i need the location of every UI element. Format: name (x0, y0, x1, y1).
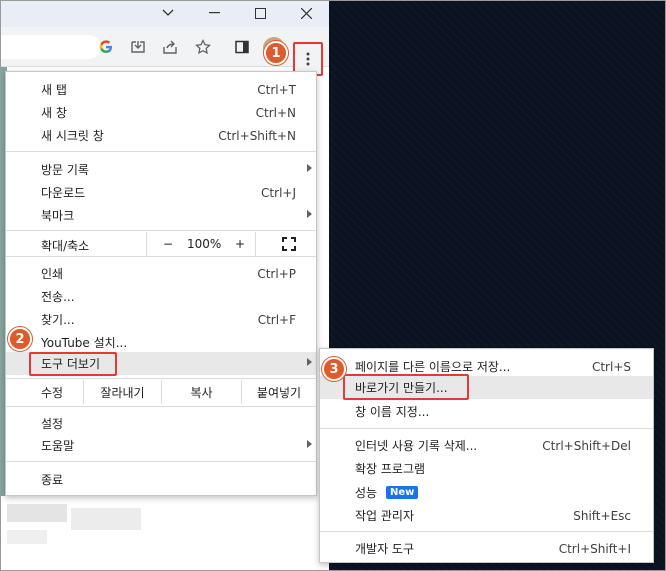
menu-item-new-tab[interactable]: 새 탭 Ctrl+T (6, 78, 316, 101)
menu-item-label: 찾기... (41, 313, 75, 327)
submenu-item-label: 페이지를 다른 이름으로 저장... (355, 360, 511, 374)
menu-separator (6, 230, 316, 231)
title-bar (1, 1, 329, 27)
zoom-label: 확대/축소 (41, 239, 90, 253)
blurred-content (7, 504, 67, 522)
menu-item-bookmarks[interactable]: 북마크 (6, 204, 316, 227)
submenu-item-label: 개발자 도구 (355, 542, 415, 556)
zoom-row: 확대/축소 − 100% + (6, 232, 316, 256)
menu-item-shortcut: Ctrl+J (261, 185, 296, 200)
menu-item-label: 방문 기록 (41, 163, 89, 177)
submenu-item-extensions[interactable]: 확장 프로그램 (320, 457, 653, 480)
submenu-item-label: 작업 관리자 (355, 509, 415, 523)
menu-item-label: 새 시크릿 창 (41, 129, 104, 143)
menu-item-shortcut: Ctrl+T (257, 82, 296, 97)
submenu-item-name-window[interactable]: 창 이름 지정... (320, 400, 653, 423)
share-icon[interactable] (161, 38, 179, 56)
menu-separator (320, 531, 653, 532)
highlight-more-tools (29, 352, 117, 376)
menu-item-shortcut: Ctrl+P (257, 266, 296, 281)
submenu-item-label: 확장 프로그램 (355, 462, 426, 476)
menu-item-new-window[interactable]: 새 창 Ctrl+N (6, 101, 316, 124)
close-icon[interactable] (293, 4, 319, 22)
zoom-in-button[interactable]: + (235, 237, 245, 251)
menu-item-youtube[interactable]: YouTube 설치... (6, 331, 316, 354)
chevron-right-icon (307, 164, 312, 172)
menu-separator (6, 151, 316, 152)
submenu-item-label: 성능 (355, 486, 378, 500)
zoom-level: 100% (187, 237, 222, 251)
menu-item-shortcut: Ctrl+Shift+N (218, 128, 296, 143)
menu-item-shortcut: Ctrl+N (255, 105, 296, 120)
menu-item-incognito[interactable]: 새 시크릿 창 Ctrl+Shift+N (6, 124, 316, 147)
menu-separator (320, 428, 653, 429)
install-icon[interactable] (129, 38, 147, 56)
menu-item-label: 북마크 (41, 209, 75, 223)
highlight-create-shortcut (343, 374, 469, 400)
menu-item-help[interactable]: 도움말 (6, 434, 316, 457)
sidepanel-icon[interactable] (233, 38, 251, 56)
submenu-item-clear-data[interactable]: 인터넷 사용 기록 삭제... Ctrl+Shift+Del (320, 434, 653, 457)
menu-item-label: 인쇄 (41, 267, 64, 281)
paste-button[interactable]: 붙여넣기 (242, 380, 316, 404)
menu-separator (6, 406, 316, 407)
minimize-icon[interactable] (201, 4, 227, 22)
blurred-content (7, 530, 47, 544)
address-bar[interactable] (1, 35, 101, 59)
edit-label: 수정 (6, 380, 84, 404)
menu-item-label: 다운로드 (41, 186, 86, 200)
copy-button[interactable]: 복사 (162, 380, 242, 404)
menu-item-label: 새 창 (41, 106, 67, 120)
edit-row: 수정 잘라내기 복사 붙여넣기 (6, 380, 316, 404)
menu-item-find[interactable]: 찾기... Ctrl+F (6, 308, 316, 331)
zoom-control: − 100% + (146, 232, 256, 256)
submenu-item-shortcut: Ctrl+Shift+I (558, 541, 631, 556)
step-badge-1: 1 (264, 41, 288, 65)
chevron-right-icon (307, 440, 312, 448)
menu-item-downloads[interactable]: 다운로드 Ctrl+J (6, 181, 316, 204)
submenu-item-performance[interactable]: 성능 New (320, 481, 653, 504)
submenu-item-task-manager[interactable]: 작업 관리자 Shift+Esc (320, 504, 653, 527)
star-icon[interactable] (194, 38, 212, 56)
submenu-item-label: 창 이름 지정... (355, 405, 430, 419)
menu-item-print[interactable]: 인쇄 Ctrl+P (6, 262, 316, 285)
menu-item-shortcut: Ctrl+F (257, 312, 296, 327)
page-content (1, 496, 329, 570)
menu-item-exit[interactable]: 종료 (6, 468, 316, 491)
step-badge-3: 3 (322, 357, 346, 381)
menu-item-label: 전송... (41, 290, 75, 304)
step-badge-2: 2 (8, 327, 32, 351)
submenu-item-label: 인터넷 사용 기록 삭제... (355, 439, 478, 453)
submenu-item-dev-tools[interactable]: 개발자 도구 Ctrl+Shift+I (320, 537, 653, 560)
menu-item-label: YouTube 설치... (41, 336, 128, 350)
menu-item-cast[interactable]: 전송... (6, 285, 316, 308)
chevron-right-icon (307, 210, 312, 218)
chevron-right-icon (307, 358, 312, 366)
menu-item-label: 새 탭 (41, 83, 67, 97)
submenu-item-shortcut: Ctrl+S (591, 359, 631, 374)
menu-item-history[interactable]: 방문 기록 (6, 158, 316, 181)
cut-button[interactable]: 잘라내기 (84, 380, 162, 404)
menu-separator (6, 461, 316, 462)
chrome-menu: 새 탭 Ctrl+T 새 창 Ctrl+N 새 시크릿 창 Ctrl+Shift… (5, 71, 317, 496)
menu-item-settings[interactable]: 설정 (6, 412, 316, 435)
menu-item-label: 종료 (41, 473, 64, 487)
fullscreen-icon[interactable] (282, 237, 296, 254)
menu-separator (6, 256, 316, 257)
blurred-content (71, 508, 141, 530)
chevron-down-icon[interactable] (155, 4, 181, 22)
new-badge: New (386, 486, 419, 499)
screenshot-frame: 새 탭 Ctrl+T 새 창 Ctrl+N 새 시크릿 창 Ctrl+Shift… (0, 0, 666, 571)
menu-item-label: 도움말 (41, 439, 75, 453)
maximize-icon[interactable] (247, 4, 273, 22)
menu-item-label: 설정 (41, 417, 64, 431)
google-icon[interactable] (97, 38, 115, 56)
menu-separator (6, 378, 316, 379)
submenu-item-shortcut: Shift+Esc (573, 508, 631, 523)
submenu-item-shortcut: Ctrl+Shift+Del (542, 438, 631, 453)
zoom-out-button[interactable]: − (163, 237, 173, 251)
